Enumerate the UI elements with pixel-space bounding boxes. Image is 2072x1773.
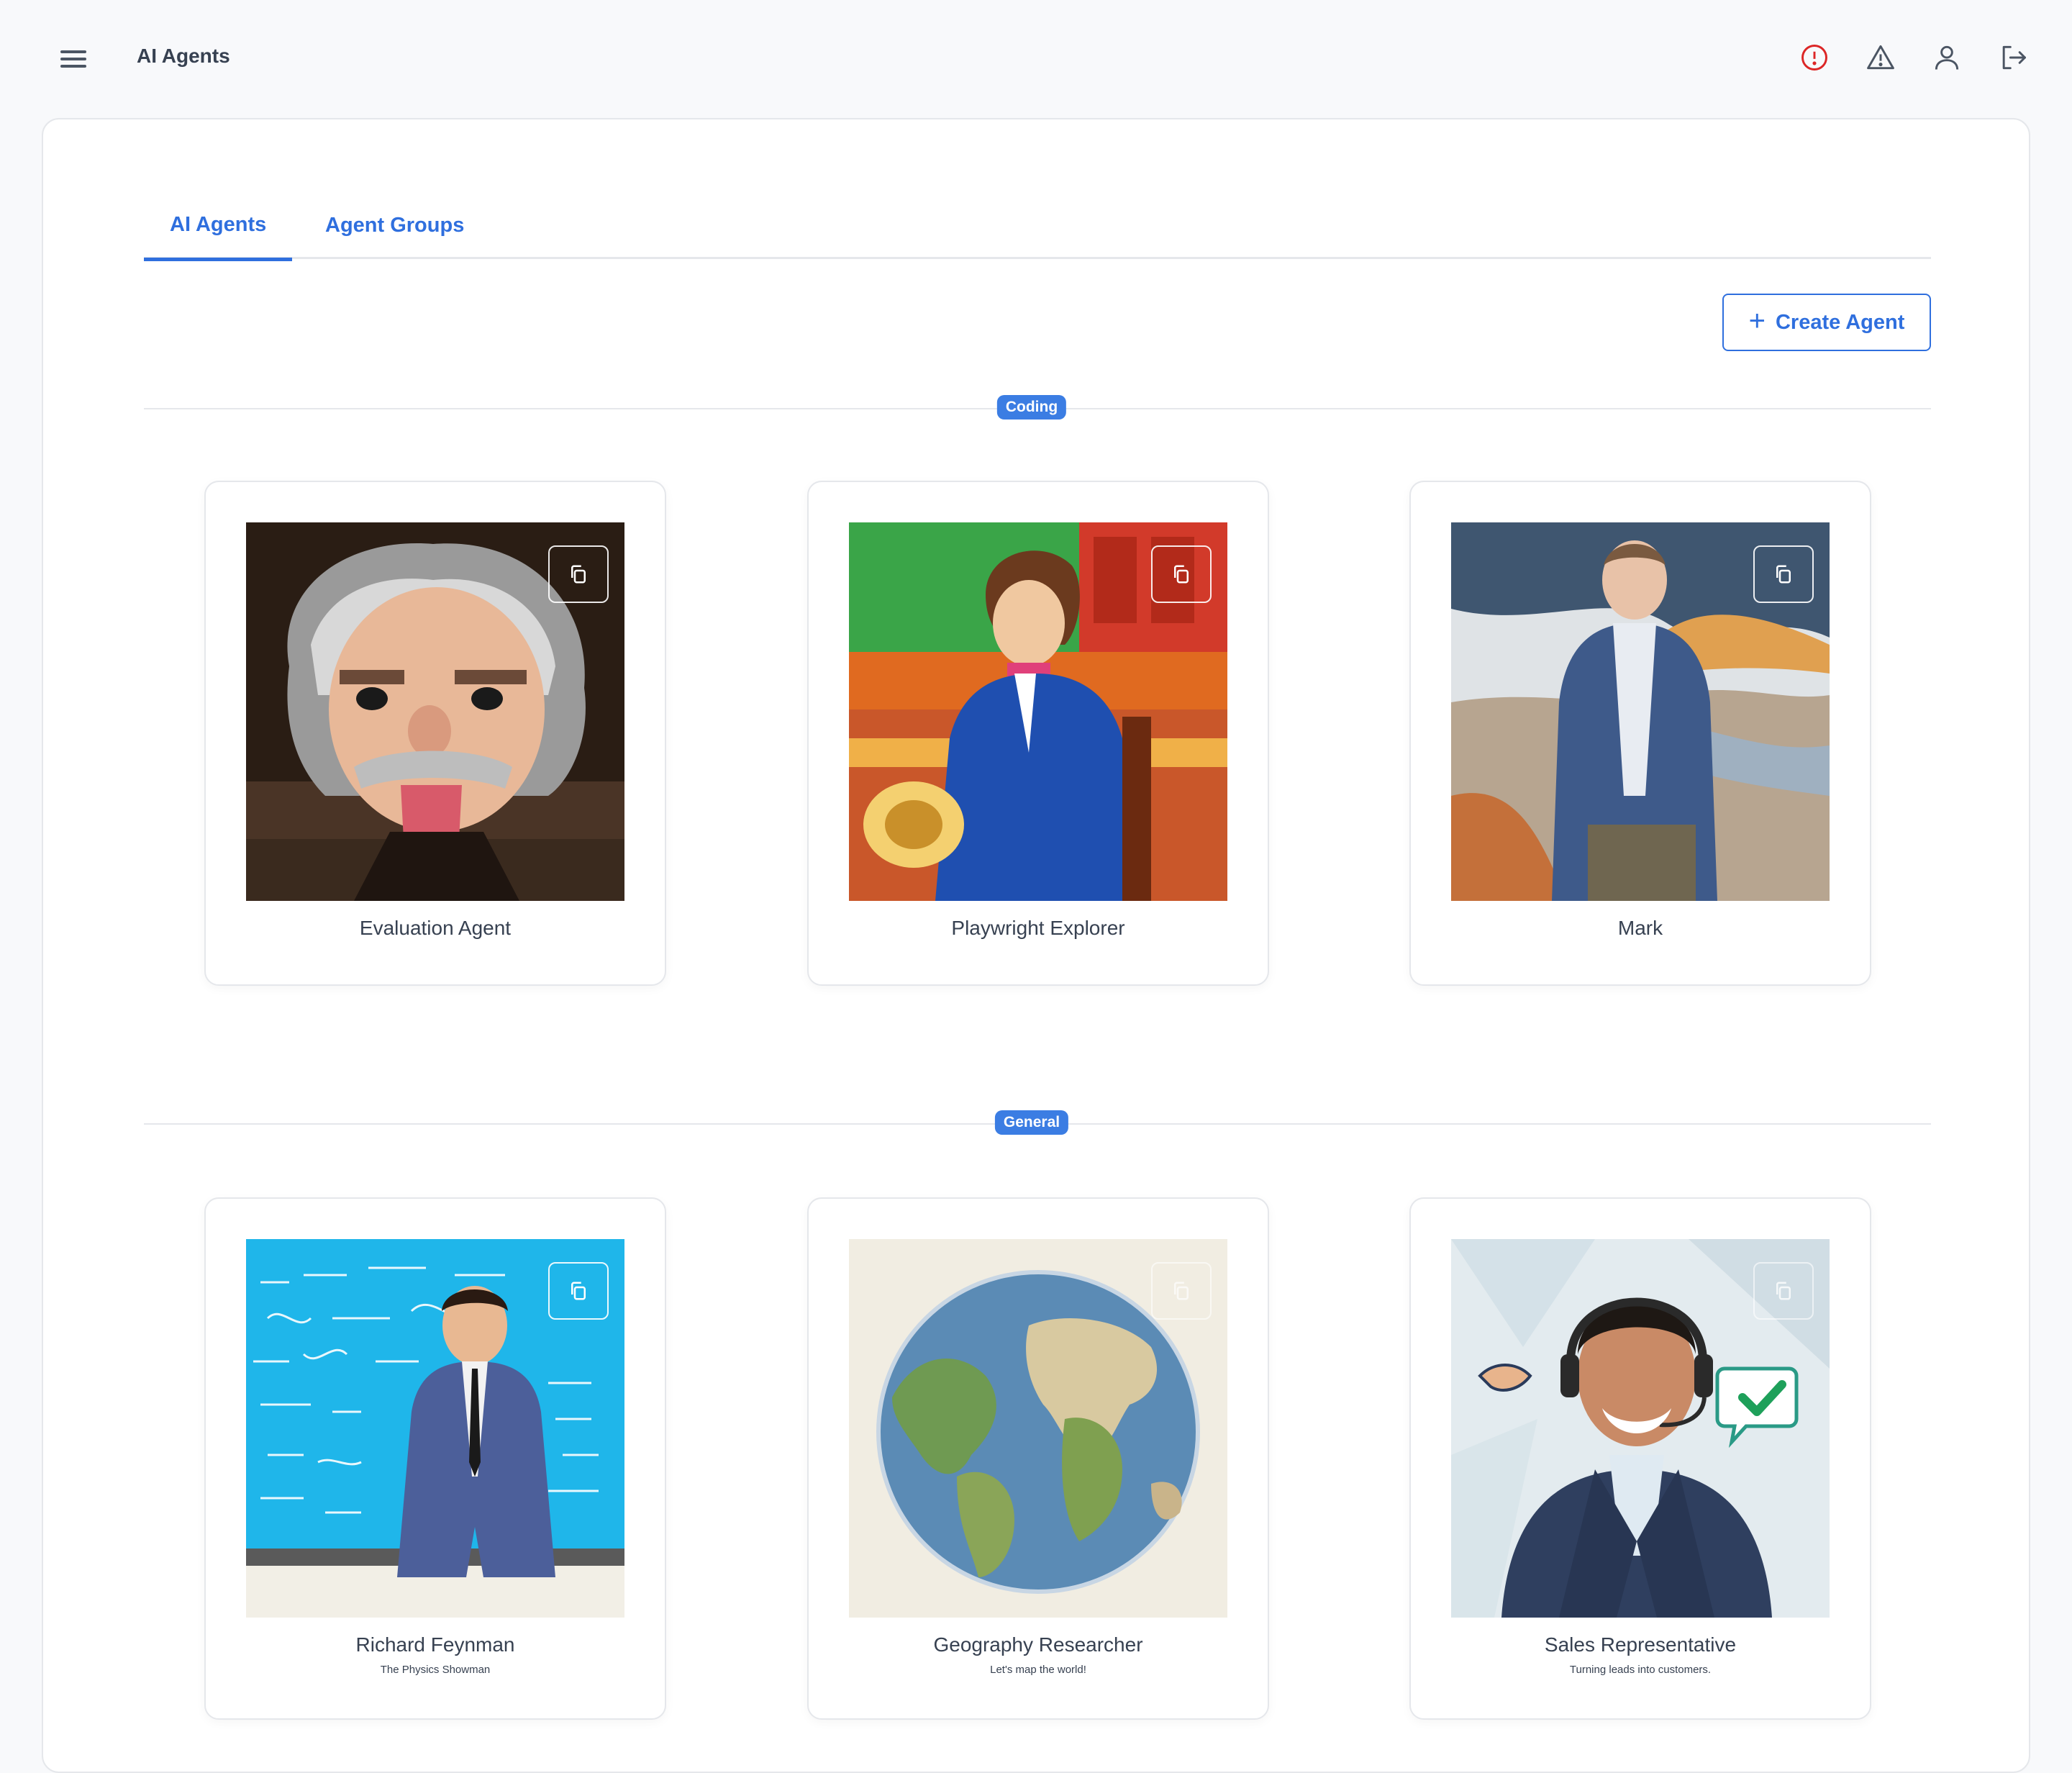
agent-card-mark[interactable]: Mark [1409, 481, 1871, 986]
create-agent-label: Create Agent [1775, 310, 1905, 334]
copy-agent-button[interactable] [1151, 545, 1212, 603]
copy-agent-button[interactable] [548, 1262, 609, 1320]
agent-avatar [849, 1239, 1227, 1618]
top-bar: AI Agents [0, 0, 2072, 118]
agent-name: Richard Feynman [355, 1633, 515, 1656]
agent-subtitle: Let's map the world! [990, 1664, 1086, 1676]
agent-card-evaluation-agent[interactable]: Evaluation Agent [204, 481, 666, 986]
header-actions [1799, 42, 2029, 73]
tab-agent-groups[interactable]: Agent Groups [299, 191, 490, 259]
create-agent-button[interactable]: + Create Agent [1722, 294, 1931, 351]
tab-bar: AI Agents Agent Groups [144, 191, 1931, 261]
agent-card-richard-feynman[interactable]: Richard Feynman The Physics Showman [204, 1197, 666, 1720]
agent-name: Evaluation Agent [359, 917, 512, 939]
agent-avatar [1451, 522, 1830, 901]
agent-card-playwright-explorer[interactable]: Playwright Explorer [807, 481, 1269, 986]
plus-icon: + [1748, 305, 1766, 337]
copy-agent-button[interactable] [1753, 1262, 1814, 1320]
agent-name: Mark [1617, 917, 1663, 939]
agent-name: Geography Researcher [933, 1633, 1143, 1656]
agent-subtitle: Turning leads into customers. [1569, 1664, 1712, 1676]
copy-agent-button[interactable] [548, 545, 609, 603]
main-panel: AI Agents Agent Groups + Create Agent Co… [42, 118, 2030, 1773]
agent-card-geography-researcher[interactable]: Geography Researcher Let's map the world… [807, 1197, 1269, 1720]
hamburger-menu-icon[interactable] [58, 45, 89, 73]
user-profile-icon[interactable] [1931, 42, 1963, 73]
copy-agent-button[interactable] [1753, 545, 1814, 603]
copy-agent-button[interactable] [1151, 1262, 1212, 1320]
agent-avatar [246, 1239, 624, 1618]
logout-icon[interactable] [1997, 42, 2029, 73]
category-badge-general: General [994, 1110, 1069, 1135]
agent-card-sales-representative[interactable]: Sales Representative Turning leads into … [1409, 1197, 1871, 1720]
alert-circle-icon[interactable] [1799, 42, 1830, 73]
agent-avatar [1451, 1239, 1830, 1618]
category-badge-coding: Coding [996, 395, 1067, 420]
page-title: AI Agents [137, 45, 230, 67]
agent-name: Sales Representative [1544, 1633, 1737, 1656]
warning-triangle-icon[interactable] [1865, 42, 1896, 73]
agent-avatar [246, 522, 624, 901]
agent-name: Playwright Explorer [951, 917, 1125, 939]
agent-avatar [849, 522, 1227, 901]
agent-subtitle: The Physics Showman [380, 1664, 491, 1676]
tab-ai-agents[interactable]: AI Agents [144, 191, 293, 261]
